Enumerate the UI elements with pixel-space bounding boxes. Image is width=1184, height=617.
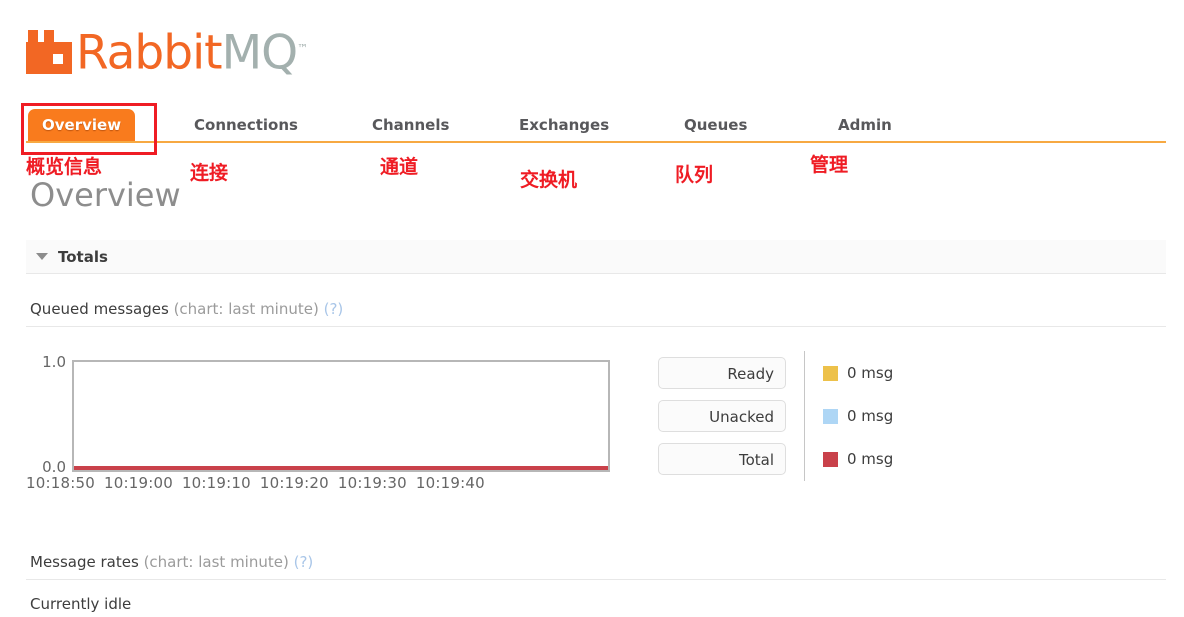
annotation-label-queues: 队列 bbox=[675, 164, 714, 186]
chart-legend: Ready 0 msg Unacked 0 msg Total 0 msg bbox=[658, 351, 928, 481]
legend-row-total: Total 0 msg bbox=[658, 437, 928, 481]
tab-overview[interactable]: Overview bbox=[28, 109, 136, 143]
legend-value-unacked: 0 msg bbox=[847, 407, 894, 425]
legend-value-ready: 0 msg bbox=[847, 364, 894, 382]
brand-name-mq: MQ bbox=[221, 26, 299, 81]
legend-swatch-ready bbox=[823, 365, 838, 381]
queued-messages-help-link[interactable]: (?) bbox=[324, 300, 344, 318]
queued-messages-divider bbox=[26, 326, 1166, 327]
tab-channels[interactable]: Channels bbox=[358, 109, 463, 141]
message-rates-title: Message rates bbox=[30, 553, 139, 571]
tab-exchanges[interactable]: Exchanges bbox=[505, 109, 623, 141]
x-axis-tick: 10:19:00 bbox=[103, 474, 173, 492]
chart-y-axis: 1.0 0.0 bbox=[26, 350, 70, 476]
legend-row-ready: Ready 0 msg bbox=[658, 351, 928, 395]
annotation-label-exchanges: 交换机 bbox=[520, 169, 578, 191]
totals-section-header[interactable]: Totals bbox=[26, 240, 1166, 274]
legend-button-ready[interactable]: Ready bbox=[658, 357, 786, 389]
x-axis-tick: 10:18:50 bbox=[26, 474, 95, 492]
queued-messages-subtitle: (chart: last minute) bbox=[173, 300, 319, 318]
legend-divider bbox=[804, 394, 805, 438]
queued-messages-heading: Queued messages (chart: last minute) (?) bbox=[30, 300, 343, 318]
message-rates-heading: Message rates (chart: last minute) (?) bbox=[30, 553, 313, 571]
message-rates-divider bbox=[26, 579, 1166, 580]
brand-wordmark: RabbitMQ™ bbox=[76, 25, 308, 77]
page-title: Overview bbox=[30, 176, 181, 214]
legend-divider bbox=[804, 351, 805, 395]
trademark-symbol: ™ bbox=[297, 42, 309, 56]
chart-series-total-line bbox=[74, 466, 608, 470]
main-navigation: Overview Connections Channels Exchanges … bbox=[0, 104, 1184, 143]
x-axis-tick: 10:19:30 bbox=[337, 474, 407, 492]
legend-value-total: 0 msg bbox=[847, 450, 894, 468]
annotation-label-channels: 通道 bbox=[380, 156, 419, 178]
annotation-label-connections: 连接 bbox=[190, 162, 229, 184]
totals-section-label: Totals bbox=[58, 247, 108, 266]
tab-connections[interactable]: Connections bbox=[180, 109, 312, 141]
caret-down-icon[interactable] bbox=[36, 253, 48, 260]
x-axis-tick: 10:19:40 bbox=[415, 474, 485, 492]
brand-name-rabbit: Rabbit bbox=[76, 26, 223, 81]
message-rates-subtitle: (chart: last minute) bbox=[143, 553, 289, 571]
legend-button-total[interactable]: Total bbox=[658, 443, 786, 475]
chart-plot-area bbox=[72, 360, 610, 472]
annotation-label-admin: 管理 bbox=[810, 154, 849, 176]
message-rates-help-link[interactable]: (?) bbox=[294, 553, 314, 571]
tab-admin[interactable]: Admin bbox=[824, 109, 906, 141]
y-axis-tick-max: 1.0 bbox=[42, 353, 66, 371]
tabbar-underline bbox=[26, 141, 1166, 143]
x-axis-tick: 10:19:10 bbox=[181, 474, 251, 492]
message-rates-status: Currently idle bbox=[30, 595, 132, 613]
annotation-label-overview: 概览信息 bbox=[26, 156, 103, 178]
rabbitmq-logo-icon bbox=[26, 30, 72, 74]
chart-x-axis: 10:18:50 10:19:00 10:19:10 10:19:20 10:19:30… bbox=[26, 474, 646, 492]
x-axis-tick: 10:19:20 bbox=[259, 474, 329, 492]
brand-logo[interactable]: RabbitMQ™ bbox=[26, 18, 308, 77]
queued-messages-title: Queued messages bbox=[30, 300, 169, 318]
legend-swatch-unacked bbox=[823, 408, 838, 424]
tab-queues[interactable]: Queues bbox=[670, 109, 761, 141]
legend-divider bbox=[804, 437, 805, 481]
legend-row-unacked: Unacked 0 msg bbox=[658, 394, 928, 438]
legend-swatch-total bbox=[823, 451, 838, 467]
legend-button-unacked[interactable]: Unacked bbox=[658, 400, 786, 432]
